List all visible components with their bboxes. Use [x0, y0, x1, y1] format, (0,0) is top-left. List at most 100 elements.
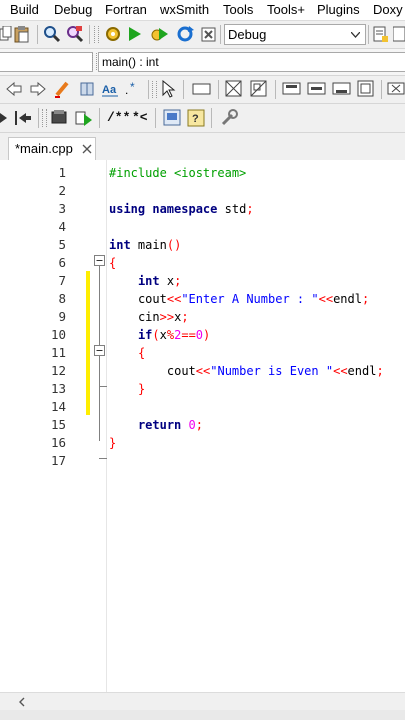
menu-build[interactable]: Build — [10, 1, 39, 18]
code-line[interactable]: 1 #include <iostream> — [0, 164, 405, 182]
step-out-icon[interactable] — [14, 110, 32, 126]
code-line[interactable]: 15 return 0; — [0, 416, 405, 434]
line-text: } — [109, 436, 117, 450]
tab-main-cpp[interactable]: *main.cpp — [8, 137, 96, 160]
toolbar-separator — [220, 25, 221, 44]
line-number: 4 — [58, 219, 66, 234]
line-text: using namespace std; — [109, 202, 254, 216]
code-line[interactable]: 2 — [0, 182, 405, 200]
toolbar-grip[interactable] — [92, 53, 97, 70]
code-line[interactable]: 5 int main() — [0, 236, 405, 254]
code-line[interactable]: 16} — [0, 434, 405, 452]
align-center-icon[interactable] — [307, 82, 327, 96]
align-top-icon[interactable] — [282, 82, 302, 96]
code-line[interactable]: 12 cout<<"Number is Even "<<endl; — [0, 362, 405, 380]
code-line[interactable]: 14 — [0, 398, 405, 416]
svg-text:.: . — [125, 83, 128, 97]
line-number: 13 — [50, 381, 66, 396]
code-line[interactable]: 4 — [0, 218, 405, 236]
debug-toolbar: /** *< ? — [0, 104, 405, 133]
sizer-icon[interactable] — [225, 80, 243, 98]
doxywizard-icon[interactable] — [75, 108, 93, 128]
menu-wxsmith[interactable]: wxSmith — [160, 1, 209, 18]
highlight-pen-icon[interactable] — [54, 80, 70, 98]
close-icon[interactable] — [82, 144, 92, 154]
wrench-icon[interactable] — [219, 108, 239, 128]
block-comment-button[interactable]: /** — [107, 110, 130, 125]
line-text: { — [109, 256, 117, 270]
line-text: if(x%2==0) — [137, 328, 211, 342]
toolbar-separator — [368, 25, 369, 44]
cursor-pointer-icon[interactable] — [160, 80, 176, 98]
code-line[interactable]: 17 — [0, 452, 405, 470]
regex-icon[interactable]: . * — [124, 80, 142, 98]
code-editor[interactable]: 1 #include <iostream> 2 3 using namespace st… — [0, 160, 405, 692]
html-docs-icon[interactable] — [163, 109, 181, 127]
line-text: int x; — [137, 274, 182, 288]
expand-icon[interactable] — [357, 80, 375, 98]
panel-widget-icon[interactable] — [192, 82, 212, 96]
menu-fortran[interactable]: Fortran — [105, 1, 147, 18]
show-select-target-icon[interactable] — [373, 25, 389, 43]
scroll-left-icon[interactable] — [18, 697, 26, 707]
arrow-right-icon[interactable] — [30, 81, 46, 97]
replace-icon[interactable] — [66, 25, 84, 43]
toolbar-separator — [155, 108, 156, 128]
arrow-left-icon[interactable] — [6, 81, 22, 97]
toolbar-separator — [38, 108, 39, 128]
chm-help-icon[interactable]: ? — [187, 109, 205, 127]
rebuild-icon[interactable] — [175, 25, 195, 43]
editor-tab-bar: *main.cpp — [0, 133, 405, 160]
next-line-icon[interactable] — [393, 25, 405, 43]
menu-tools-plus[interactable]: Tools+ — [267, 1, 305, 18]
code-line[interactable]: 13 } — [0, 380, 405, 398]
code-line[interactable]: 11 { — [0, 344, 405, 362]
menu-plugins[interactable]: Plugins — [317, 1, 360, 18]
step-icon[interactable] — [0, 110, 8, 126]
code-line[interactable]: 6{ — [0, 254, 405, 272]
delete-widget-icon[interactable] — [387, 82, 405, 96]
horizontal-scrollbar[interactable] — [0, 692, 405, 711]
line-number: 16 — [50, 435, 66, 450]
line-number: 15 — [50, 417, 66, 432]
box-sizer-icon[interactable] — [250, 80, 268, 98]
toolbar-grip[interactable] — [94, 26, 99, 43]
scope-select[interactable] — [0, 52, 93, 72]
code-line[interactable]: 9 cin>>x; — [0, 308, 405, 326]
code-line[interactable]: 3 using namespace std; — [0, 200, 405, 218]
text-format-icon[interactable]: Aa — [101, 80, 119, 98]
build-and-run-icon[interactable] — [150, 25, 170, 43]
align-bottom-icon[interactable] — [332, 82, 352, 96]
copy-icon[interactable] — [0, 26, 12, 42]
build-target-select[interactable]: Debug — [224, 24, 366, 45]
menu-debug[interactable]: Debug — [54, 1, 92, 18]
menu-tools[interactable]: Tools — [223, 1, 253, 18]
toolbar-grip[interactable] — [42, 109, 47, 127]
function-select[interactable]: main() : int — [98, 52, 405, 72]
debugger-toolbar: Aa . * — [0, 76, 405, 104]
find-icon[interactable] — [43, 25, 61, 43]
toolbar-separator — [275, 80, 276, 99]
run-icon[interactable] — [127, 25, 143, 43]
menu-doxyblocks[interactable]: Doxy — [373, 1, 403, 18]
line-comment-button[interactable]: *< — [132, 110, 148, 125]
debug-windows-icon[interactable] — [50, 108, 68, 128]
build-gear-icon[interactable] — [104, 25, 122, 43]
menu-bar: Build Debug Fortran wxSmith Tools Tools+… — [0, 0, 405, 21]
line-number: 2 — [58, 183, 66, 198]
code-line[interactable]: 7 int x; — [0, 272, 405, 290]
code-line[interactable]: 10 if(x%2==0) — [0, 326, 405, 344]
bookmark-icon[interactable] — [79, 80, 95, 98]
toolbar-grip[interactable] — [152, 81, 157, 98]
line-text: cin>>x; — [137, 310, 189, 324]
code-completion-toolbar: main() : int — [0, 49, 405, 76]
line-number: 8 — [58, 291, 66, 306]
line-number: 3 — [58, 201, 66, 216]
line-number: 6 — [58, 255, 66, 270]
line-text: cout<<"Number is Even "<<endl; — [166, 364, 384, 378]
code-line[interactable]: 8 cout<<"Enter A Number : "<<endl; — [0, 290, 405, 308]
toolbar-separator — [37, 25, 38, 44]
abort-icon[interactable] — [201, 25, 217, 43]
line-number: 1 — [58, 165, 66, 180]
paste-icon[interactable] — [14, 25, 30, 43]
